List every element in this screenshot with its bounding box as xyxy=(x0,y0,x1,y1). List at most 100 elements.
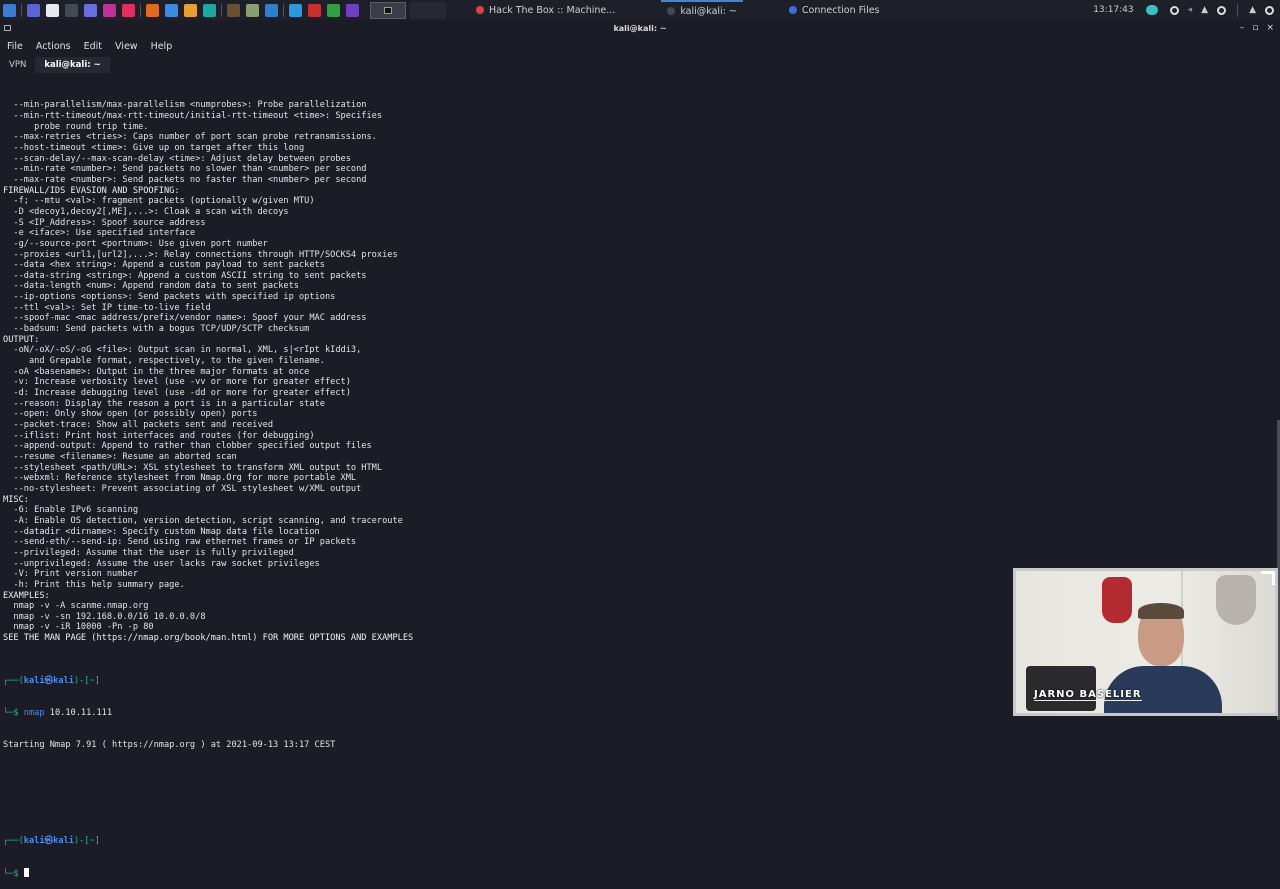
vscode-icon[interactable] xyxy=(265,3,278,17)
command-args: 10.10.11.111 xyxy=(44,707,113,718)
chat-icon[interactable] xyxy=(84,3,97,17)
prompt-symbol: └─$ xyxy=(3,868,24,879)
settings-icon[interactable] xyxy=(1217,5,1227,15)
terminal-icon[interactable] xyxy=(65,3,78,17)
terminal-line: probe round trip time. xyxy=(3,121,149,132)
command-output: Starting Nmap 7.91 ( https://nmap.org ) … xyxy=(3,739,336,750)
terminal-line: FIREWALL/IDS EVASION AND SPOOFING: xyxy=(3,185,180,196)
notes-icon[interactable] xyxy=(227,3,240,17)
webcam-overlay: JARNO BASELIER xyxy=(1013,568,1278,716)
terminal-line: -e <iface>: Use specified interface xyxy=(3,228,196,239)
terminal-line: --spoof-mac <mac address/prefix/vendor n… xyxy=(3,313,367,324)
filezilla-icon[interactable] xyxy=(308,3,321,17)
taskbar-window[interactable]: kali@kali: ~ xyxy=(661,0,743,20)
terminal-line: --max-retries <tries>: Caps number of po… xyxy=(3,132,377,143)
taskbar-separator xyxy=(283,3,284,17)
app-violet-icon[interactable] xyxy=(346,3,359,17)
workspace-2-button[interactable] xyxy=(410,1,446,19)
notification-bell-icon[interactable]: ▲ xyxy=(1201,5,1208,15)
window-thumb-icon xyxy=(384,6,392,14)
menu-file[interactable]: File xyxy=(7,41,23,52)
prompt-user: kali㉿kali xyxy=(23,835,74,846)
window-app-icon xyxy=(788,6,797,14)
terminal-line: --send-eth/--send-ip: Send using raw eth… xyxy=(3,537,357,548)
terminal-line: --webxml: Reference stylesheet from Nmap… xyxy=(3,473,357,484)
power-icon[interactable] xyxy=(1265,5,1274,15)
terminal-line: --reason: Display the reason a port is i… xyxy=(3,398,325,409)
frame-corner xyxy=(1261,571,1275,585)
lock-icon[interactable] xyxy=(327,3,340,17)
system-tray: 13:17:43 ◂ ▲ ▲ xyxy=(1093,0,1274,20)
terminal-line: --resume <filename>: Resume an aborted s… xyxy=(3,451,237,462)
terminal-line: -D <decoy1,decoy2[,ME],...>: Cloak a sca… xyxy=(3,206,289,217)
prompt-box: ┌──( xyxy=(3,675,24,686)
app-teal-icon[interactable] xyxy=(203,3,216,17)
command-name: nmap xyxy=(23,707,45,718)
app-star-icon[interactable] xyxy=(122,3,135,17)
volume-icon[interactable]: ◂ xyxy=(1188,5,1193,15)
terminal-line: -oN/-oX/-oS/-oG <file>: Output scan in n… xyxy=(3,345,362,356)
taskbar-window[interactable]: Connection Files xyxy=(783,0,886,20)
clock[interactable]: 13:17:43 xyxy=(1093,5,1133,15)
terminal-line: OUTPUT: xyxy=(3,334,40,345)
menu-edit[interactable]: Edit xyxy=(84,41,102,52)
window-title: kali@kali: ~ xyxy=(613,24,667,33)
burp-icon[interactable] xyxy=(184,3,197,17)
lock-screen-icon[interactable]: ▲ xyxy=(1249,5,1256,15)
terminal-line: --min-rate <number>: Send packets no slo… xyxy=(3,164,367,175)
kali-menu-icon[interactable] xyxy=(3,3,16,17)
terminal-line: -A: Enable OS detection, version detecti… xyxy=(3,515,403,526)
maximize-button[interactable]: ▫ xyxy=(1252,23,1258,33)
terminal-line: --scan-delay/--max-scan-delay <time>: Ad… xyxy=(3,153,351,164)
app-purple-icon[interactable] xyxy=(103,3,116,17)
app-cyan-icon[interactable] xyxy=(289,3,302,17)
menu-help[interactable]: Help xyxy=(151,41,173,52)
prompt-user: kali㉿kali xyxy=(23,675,74,686)
presenter-hair xyxy=(1138,603,1184,619)
terminal-line: -f; --mtu <val>: fragment packets (optio… xyxy=(3,196,315,207)
workspace-icon[interactable] xyxy=(27,3,40,17)
minimize-button[interactable]: – xyxy=(1240,23,1245,33)
taskbar-window-label: kali@kali: ~ xyxy=(680,5,737,17)
menu-view[interactable]: View xyxy=(115,41,138,52)
terminal-line: MISC: xyxy=(3,494,29,505)
prompt-box: ┌──( xyxy=(3,835,24,846)
terminal-line: --data-length <num>: Append random data … xyxy=(3,281,299,292)
terminal-line: --host-timeout <time>: Give up on target… xyxy=(3,142,305,153)
editor-icon[interactable] xyxy=(246,3,259,17)
browser-blue-icon[interactable] xyxy=(165,3,178,17)
file-manager-icon[interactable] xyxy=(46,3,59,17)
lamp xyxy=(1216,575,1256,625)
terminal-line: --no-stylesheet: Prevent associating of … xyxy=(3,483,362,494)
terminal-line: --privileged: Assume that the user is fu… xyxy=(3,547,294,558)
firefox-icon[interactable] xyxy=(146,3,159,17)
terminal-line: --data <hex string>: Append a custom pay… xyxy=(3,260,325,271)
prompt-symbol: └─$ xyxy=(3,707,24,718)
workspace-1-button[interactable] xyxy=(370,1,406,19)
terminal-line: --badsum: Send packets with a bogus TCP/… xyxy=(3,324,310,335)
terminal-line: -S <IP_Address>: Spoof source address xyxy=(3,217,206,228)
menu-bar: File Actions Edit View Help xyxy=(0,38,172,55)
terminal-line: -g/--source-port <portnum>: Use given po… xyxy=(3,238,268,249)
menu-actions[interactable]: Actions xyxy=(36,41,71,52)
terminal-line: -6: Enable IPv6 scanning xyxy=(3,505,139,516)
terminal-line: --packet-trace: Show all packets sent an… xyxy=(3,420,274,430)
terminal-line: --append-output: Append to rather than c… xyxy=(3,441,372,452)
close-button[interactable]: × xyxy=(1266,23,1274,33)
command-line-2[interactable]: └─$ xyxy=(3,867,1280,879)
window-app-icon xyxy=(667,7,676,15)
tab-vpn[interactable]: VPN xyxy=(0,57,35,73)
taskbar-window-label: Hack The Box :: Machine... xyxy=(489,4,616,16)
launcher-icons xyxy=(0,3,362,17)
tab-kali-shell[interactable]: kali@kali: ~ xyxy=(35,57,110,73)
tab-bar: VPN kali@kali: ~ xyxy=(0,56,110,74)
window-list: Hack The Box :: Machine... kali@kali: ~ Co… xyxy=(470,0,886,20)
taskbar-window[interactable]: Hack The Box :: Machine... xyxy=(470,0,621,20)
cloud-icon[interactable] xyxy=(1145,5,1158,15)
text-cursor xyxy=(23,867,29,877)
network-icon[interactable] xyxy=(1169,5,1179,15)
taskbar-separator xyxy=(221,3,222,17)
window-titlebar: kali@kali: ~ – ▫ × xyxy=(0,20,1280,38)
prompt-dir: )-[~] xyxy=(73,675,100,686)
terminal-line: --min-parallelism/max-parallelism <numpr… xyxy=(3,100,367,111)
